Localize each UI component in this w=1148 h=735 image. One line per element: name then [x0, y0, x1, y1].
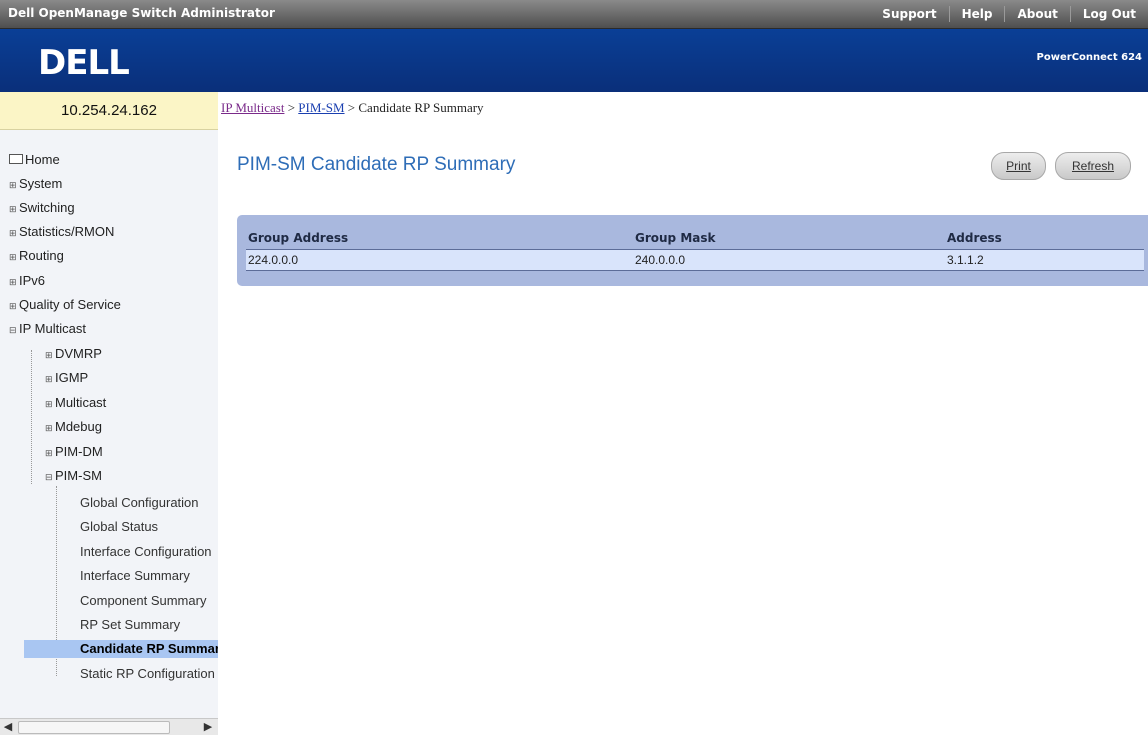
sidebar-item-global-status[interactable]: Global Status: [80, 518, 158, 536]
sidebar-item-label: System: [19, 176, 63, 191]
device-ip: 10.254.24.162: [0, 92, 218, 130]
column-header-address: Address: [945, 227, 1144, 250]
breadcrumb-pim-sm[interactable]: PIM-SM: [298, 100, 344, 115]
sidebar-item-home[interactable]: Home: [9, 151, 60, 169]
sidebar-item-quality-of-service[interactable]: ⊞ Quality of Service: [9, 296, 121, 315]
sidebar-item-pim-dm[interactable]: ⊞ PIM-DM: [45, 443, 103, 462]
sidebar-item-label: Global Status: [80, 519, 159, 534]
sidebar-item-interface-configuration[interactable]: Interface Configuration: [80, 543, 212, 561]
collapse-icon: ⊟: [45, 472, 53, 482]
sidebar-item-multicast[interactable]: ⊞ Multicast: [45, 394, 106, 413]
sidebar-item-label: Component Summary: [80, 593, 207, 608]
home-icon: [9, 153, 23, 164]
sidebar-item-label: Statistics/RMON: [19, 224, 115, 239]
sidebar-item-label: Static RP Configuration: [80, 666, 215, 681]
scroll-left-icon[interactable]: ◀: [0, 719, 16, 735]
sidebar-item-system[interactable]: ⊞ System: [9, 175, 62, 194]
column-header-group-address: Group Address: [246, 227, 633, 250]
sidebar-item-routing[interactable]: ⊞ Routing: [9, 247, 64, 266]
support-link[interactable]: Support: [870, 6, 948, 22]
sidebar-scrollbar[interactable]: ◀ ▶: [0, 718, 218, 735]
breadcrumb-current: Candidate RP Summary: [358, 100, 484, 115]
sidebar-item-static-rp-configuration[interactable]: Static RP Configuration: [80, 665, 215, 683]
sidebar-item-igmp[interactable]: ⊞ IGMP: [45, 369, 88, 388]
summary-panel: Group Address Group Mask Address 224.0.0…: [237, 215, 1148, 286]
expand-icon: ⊞: [9, 301, 17, 311]
table-row: 224.0.0.0 240.0.0.0 3.1.1.2: [246, 249, 1144, 271]
refresh-button[interactable]: Refresh: [1055, 152, 1131, 180]
sidebar-item-label: Routing: [19, 248, 64, 263]
tree-line: [31, 350, 32, 484]
sidebar-item-label: Interface Configuration: [80, 544, 212, 559]
sidebar-item-rp-set-summary[interactable]: RP Set Summary: [80, 616, 180, 634]
breadcrumb-ip-multicast[interactable]: IP Multicast: [221, 100, 284, 115]
sidebar-item-ip-multicast[interactable]: ⊟ IP Multicast: [9, 320, 86, 339]
dell-logo: DELL: [38, 43, 130, 83]
sidebar-item-label: Interface Summary: [80, 568, 190, 583]
sidebar-item-candidate-rp-summary[interactable]: Candidate RP Summary: [24, 640, 218, 658]
column-header-group-mask: Group Mask: [633, 227, 945, 250]
sidebar-item-statistics-rmon[interactable]: ⊞ Statistics/RMON: [9, 223, 114, 242]
log-out-link[interactable]: Log Out: [1069, 6, 1148, 22]
sidebar-item-label: PIM-DM: [55, 444, 103, 459]
expand-icon: ⊞: [9, 180, 17, 190]
help-link[interactable]: Help: [948, 6, 1005, 22]
sidebar-item-mdebug[interactable]: ⊞ Mdebug: [45, 418, 102, 437]
top-bar: Dell OpenManage Switch Administrator Sup…: [0, 0, 1148, 29]
sidebar-item-label: Mdebug: [55, 419, 102, 434]
sidebar-item-global-configuration[interactable]: Global Configuration: [80, 494, 199, 512]
breadcrumb: IP Multicast > PIM-SM > Candidate RP Sum…: [221, 100, 484, 116]
expand-icon: ⊞: [45, 399, 53, 409]
sidebar-item-label: Quality of Service: [19, 297, 121, 312]
sidebar-item-component-summary[interactable]: Component Summary: [80, 592, 206, 610]
cell-group-address: 224.0.0.0: [246, 249, 633, 271]
expand-icon: ⊞: [9, 228, 17, 238]
expand-icon: ⊞: [9, 277, 17, 287]
sidebar-item-label: Home: [25, 152, 60, 167]
sidebar-nav: Home ⊞ System ⊞ Switching ⊞ Statistics/RMON…: [0, 130, 218, 718]
expand-icon: ⊞: [45, 350, 53, 360]
sidebar-item-dvmrp[interactable]: ⊞ DVMRP: [45, 345, 102, 364]
sidebar-item-ipv6[interactable]: ⊞ IPv6: [9, 272, 45, 291]
expand-icon: ⊞: [45, 423, 53, 433]
scroll-right-icon[interactable]: ▶: [200, 719, 216, 735]
expand-icon: ⊞: [45, 448, 53, 458]
sidebar-item-label: Switching: [19, 200, 75, 215]
app-title: Dell OpenManage Switch Administrator: [8, 6, 275, 20]
sidebar-item-label: IGMP: [55, 370, 89, 385]
cell-group-mask: 240.0.0.0: [633, 249, 945, 271]
sidebar-item-label: IPv6: [19, 273, 46, 288]
cell-address: 3.1.1.2: [945, 249, 1144, 271]
sidebar-item-interface-summary[interactable]: Interface Summary: [80, 567, 190, 585]
table-header-row: Group Address Group Mask Address: [246, 227, 1144, 250]
top-links: Support Help About Log Out: [870, 0, 1148, 28]
expand-icon: ⊞: [9, 204, 17, 214]
sidebar-item-label: RP Set Summary: [80, 617, 181, 632]
expand-icon: ⊞: [9, 252, 17, 262]
brand-banner: DELL PowerConnect 624: [0, 29, 1148, 92]
sidebar-item-pim-sm[interactable]: ⊟ PIM-SM: [45, 467, 102, 486]
page-title: PIM-SM Candidate RP Summary: [237, 154, 516, 175]
sidebar-item-label: Candidate RP Summary: [80, 641, 218, 656]
sidebar-item-label: IP Multicast: [19, 321, 86, 336]
product-name: PowerConnect 624: [1036, 52, 1142, 63]
expand-icon: ⊞: [45, 374, 53, 384]
breadcrumb-separator: >: [287, 100, 296, 115]
sidebar-item-label: Global Configuration: [80, 495, 199, 510]
candidate-rp-table: Group Address Group Mask Address 224.0.0…: [246, 227, 1144, 271]
sidebar-item-label: Multicast: [55, 395, 107, 410]
collapse-icon: ⊟: [9, 325, 17, 335]
sidebar-item-label: PIM-SM: [55, 468, 102, 483]
breadcrumb-separator: >: [347, 100, 356, 115]
print-button[interactable]: Print: [991, 152, 1046, 180]
sidebar-item-switching[interactable]: ⊞ Switching: [9, 199, 75, 218]
sidebar-item-label: DVMRP: [55, 346, 102, 361]
about-link[interactable]: About: [1004, 6, 1069, 22]
scrollbar-thumb[interactable]: [18, 721, 170, 734]
